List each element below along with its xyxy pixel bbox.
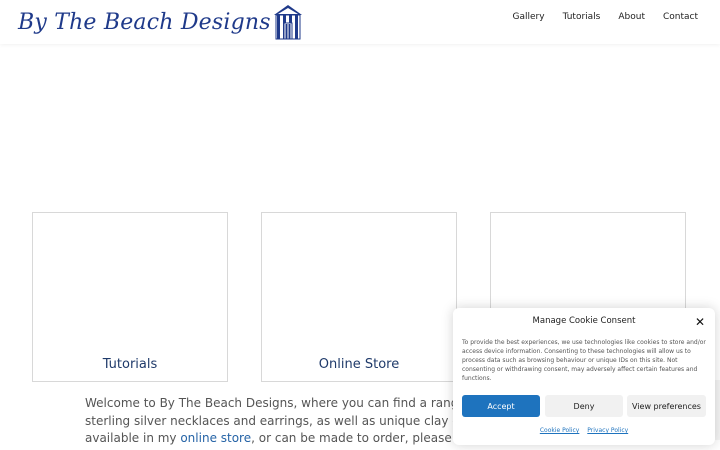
- cookie-policy-link[interactable]: Cookie Policy: [540, 427, 580, 434]
- close-icon[interactable]: ✕: [695, 316, 705, 328]
- card-online-store[interactable]: Online Store: [261, 212, 457, 382]
- card-tutorials[interactable]: Tutorials: [32, 212, 228, 382]
- card-title: Tutorials: [102, 357, 158, 372]
- site-header: By The Beach Designs Gallery Tutorials A…: [0, 0, 720, 44]
- online-store-link[interactable]: online store: [180, 431, 251, 445]
- intro-text-part: available in my: [85, 431, 181, 445]
- cookie-dialog-title: Manage Cookie Consent: [532, 316, 636, 326]
- view-preferences-button[interactable]: View preferences: [627, 395, 706, 417]
- nav-gallery[interactable]: Gallery: [513, 12, 545, 22]
- cookie-policy-links: Cookie Policy Privacy Policy: [453, 427, 715, 434]
- intro-text-part: , or can be made to order, please: [251, 431, 456, 445]
- nav-contact[interactable]: Contact: [663, 12, 698, 22]
- beach-hut-icon: [273, 5, 302, 40]
- deny-button[interactable]: Deny: [545, 395, 623, 417]
- privacy-policy-link[interactable]: Privacy Policy: [587, 427, 628, 434]
- cookie-dialog-body: To provide the best experiences, we use …: [462, 339, 706, 382]
- card-title: Online Store: [318, 357, 400, 372]
- site-logo[interactable]: By The Beach Designs: [18, 3, 303, 41]
- logo-text: By The Beach Designs: [18, 9, 271, 35]
- accept-button[interactable]: Accept: [462, 395, 540, 417]
- nav-about[interactable]: About: [618, 12, 645, 22]
- cookie-consent-dialog: Manage Cookie Consent ✕ To provide the b…: [453, 308, 715, 445]
- nav-tutorials[interactable]: Tutorials: [563, 12, 601, 22]
- main-nav: Gallery Tutorials About Contact: [513, 12, 698, 22]
